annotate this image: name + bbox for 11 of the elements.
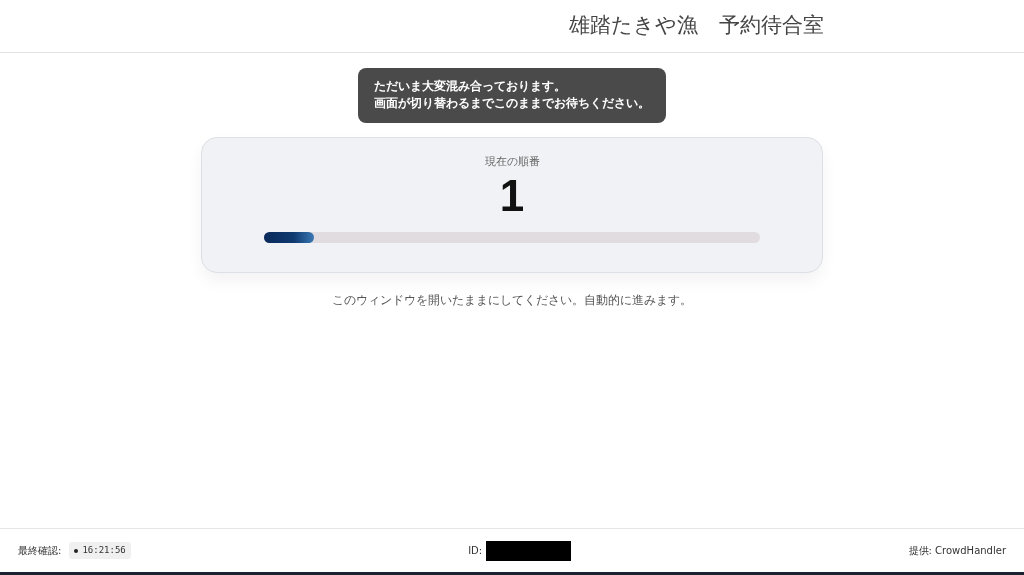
notice-line: 画面が切り替わるまでこのままでお待ちください。	[374, 95, 650, 113]
provider-credit: 提供: CrowdHandler	[908, 544, 1006, 558]
id-label: ID:	[468, 544, 483, 558]
notice-line: ただいま大変混み合っております。	[374, 78, 567, 95]
queue-position: 1	[498, 174, 526, 219]
page-title: 雄踏たきや漁 予約待合室	[569, 12, 824, 40]
last-checked-label: 最終確認:	[18, 544, 62, 558]
keep-open-hint: このウィンドウを開いたままにしてください。自動的に進みます。	[332, 292, 692, 310]
queue-label: 現在の順番	[483, 153, 541, 170]
time-badge: 16:21:56	[69, 541, 131, 560]
status-dot-icon	[74, 548, 79, 553]
